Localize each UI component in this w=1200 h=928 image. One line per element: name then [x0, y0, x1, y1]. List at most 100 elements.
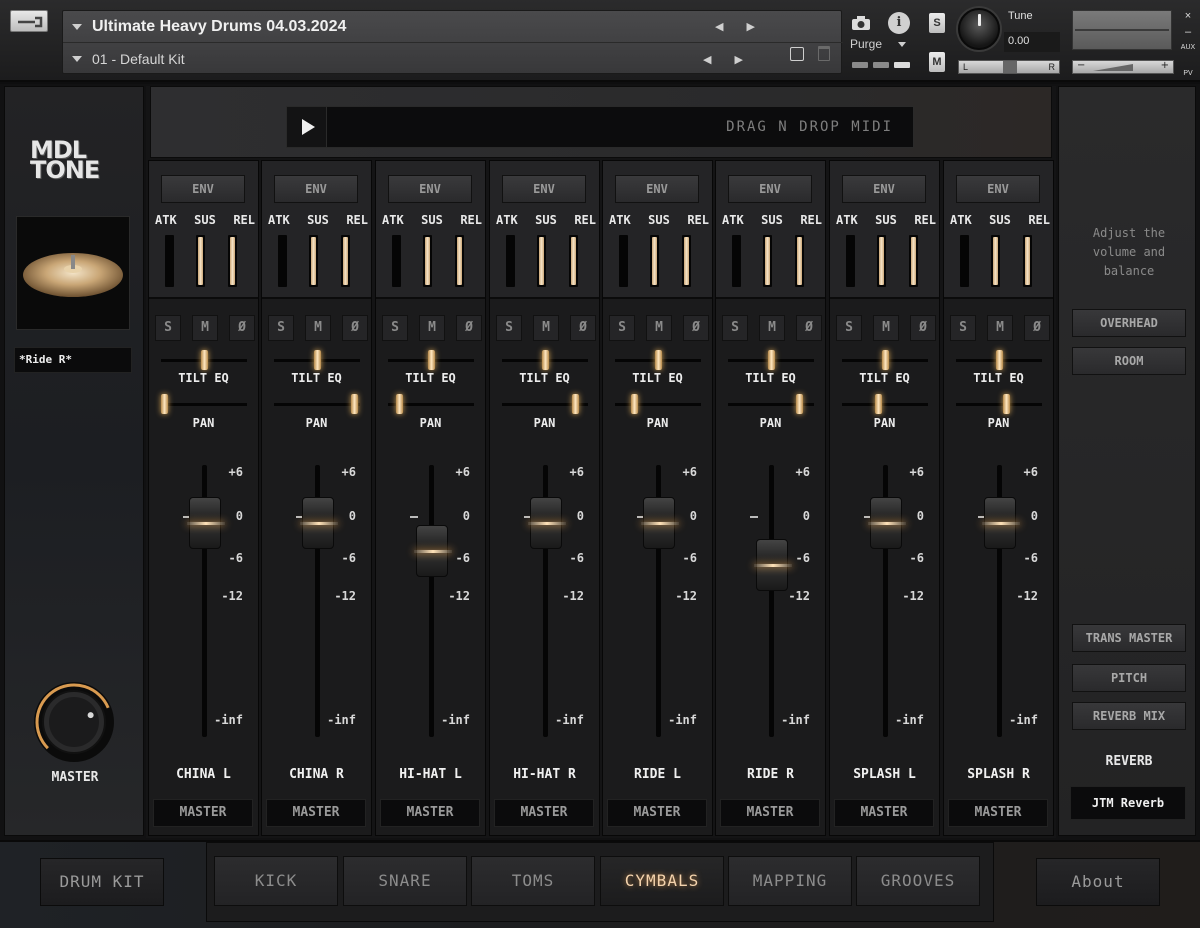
tune-value[interactable]: 0.00 [1004, 32, 1060, 52]
channel-output-select[interactable]: MASTER [607, 799, 707, 827]
phase-invert-button[interactable]: Ø [570, 315, 596, 341]
aux-button[interactable]: AUX [1178, 40, 1198, 56]
instrument-nav[interactable]: ◀ ▶ [715, 20, 755, 33]
pan-slider[interactable] [956, 394, 1042, 414]
volume-fader-track[interactable] [429, 465, 434, 737]
sustain-slider[interactable] [423, 235, 432, 287]
channel-output-select[interactable]: MASTER [720, 799, 820, 827]
pan-handle[interactable] [875, 394, 883, 414]
next-arrow-icon[interactable]: ▶ [747, 20, 755, 33]
tilt-eq-slider[interactable] [502, 350, 588, 370]
info-button[interactable]: i [888, 12, 910, 34]
tilt-eq-slider[interactable] [842, 350, 928, 370]
pan-slider[interactable] [842, 394, 928, 414]
tilt-eq-handle[interactable] [541, 350, 549, 370]
phase-invert-button[interactable]: Ø [683, 315, 709, 341]
purge-menu[interactable]: Purge [850, 37, 882, 51]
instrument-menu-arrow-icon[interactable] [72, 23, 82, 30]
sustain-slider[interactable] [763, 235, 772, 287]
env-button[interactable]: ENV [502, 175, 586, 203]
instrument-pan-slider[interactable]: L R [958, 60, 1060, 74]
pan-handle[interactable] [161, 394, 168, 414]
pan-slider[interactable] [728, 394, 814, 414]
phase-invert-button[interactable]: Ø [910, 315, 936, 341]
tilt-eq-slider[interactable] [161, 350, 247, 370]
channel-output-select[interactable]: MASTER [834, 799, 934, 827]
midi-drag-zone[interactable]: DRAG N DROP MIDI [286, 106, 914, 148]
solo-button[interactable]: S [382, 315, 408, 341]
env-button[interactable]: ENV [842, 175, 926, 203]
pan-handle[interactable] [395, 394, 403, 414]
solo-button[interactable]: S [496, 315, 522, 341]
volume-fader-cap[interactable] [187, 497, 225, 549]
attack-slider[interactable] [960, 235, 969, 287]
attack-slider[interactable] [506, 235, 515, 287]
pan-slider[interactable] [161, 394, 247, 414]
attack-slider[interactable] [165, 235, 174, 287]
phase-invert-button[interactable]: Ø [1024, 315, 1050, 341]
sustain-slider[interactable] [991, 235, 1000, 287]
phase-invert-button[interactable]: Ø [796, 315, 822, 341]
attack-slider[interactable] [619, 235, 628, 287]
sustain-slider[interactable] [309, 235, 318, 287]
delete-snapshot-icon[interactable] [818, 46, 830, 61]
drum-kit-button[interactable]: DRUM KIT [40, 858, 164, 906]
close-icon[interactable]: × [1178, 8, 1198, 24]
play-icon[interactable] [287, 107, 327, 147]
sustain-slider[interactable] [650, 235, 659, 287]
volume-fader-cap[interactable] [641, 497, 679, 549]
release-slider[interactable] [455, 235, 464, 287]
instrument-volume-slider[interactable]: − + [1072, 60, 1174, 74]
tab-mapping[interactable]: MAPPING [728, 856, 852, 906]
pan-slider[interactable] [388, 394, 474, 414]
volume-fader-cap[interactable] [414, 525, 452, 577]
volume-fader-cap[interactable] [754, 539, 792, 591]
tune-knob[interactable] [958, 8, 1000, 50]
tilt-eq-handle[interactable] [881, 350, 889, 370]
volume-fader-cap[interactable] [982, 497, 1020, 549]
overhead-button[interactable]: OVERHEAD [1072, 309, 1186, 337]
tilt-eq-slider[interactable] [956, 350, 1042, 370]
env-button[interactable]: ENV [615, 175, 699, 203]
solo-button[interactable]: S [929, 13, 945, 33]
release-slider[interactable] [795, 235, 804, 287]
tab-toms[interactable]: TOMS [471, 856, 595, 906]
tab-kick[interactable]: KICK [214, 856, 338, 906]
tilt-eq-handle[interactable] [654, 350, 662, 370]
purge-dropdown-icon[interactable] [898, 42, 906, 47]
tilt-eq-handle[interactable] [427, 350, 435, 370]
minimize-icon[interactable]: – [1178, 24, 1198, 40]
pan-handle[interactable] [795, 394, 803, 414]
snapshot-menu-arrow-icon[interactable] [72, 56, 82, 62]
phase-invert-button[interactable]: Ø [229, 315, 255, 341]
phase-invert-button[interactable]: Ø [342, 315, 368, 341]
volume-fader-cap[interactable] [300, 497, 338, 549]
release-slider[interactable] [682, 235, 691, 287]
pv-button[interactable]: PV [1178, 66, 1198, 82]
attack-slider[interactable] [846, 235, 855, 287]
prev-snapshot-icon[interactable]: ◀ [703, 53, 711, 66]
pan-handle[interactable] [1003, 394, 1011, 414]
phase-invert-button[interactable]: Ø [456, 315, 482, 341]
attack-slider[interactable] [278, 235, 287, 287]
pan-slider[interactable] [502, 394, 588, 414]
volume-fader-track[interactable] [769, 465, 774, 737]
reverb-preset-select[interactable]: JTM Reverb [1070, 786, 1186, 820]
pan-slider[interactable] [615, 394, 701, 414]
solo-button[interactable]: S [950, 315, 976, 341]
sustain-slider[interactable] [877, 235, 886, 287]
tab-cymbals[interactable]: CYMBALS [600, 856, 724, 906]
solo-button[interactable]: S [155, 315, 181, 341]
tab-grooves[interactable]: GROOVES [856, 856, 980, 906]
env-button[interactable]: ENV [161, 175, 245, 203]
pan-handle[interactable] [571, 394, 579, 414]
mute-button[interactable]: M [873, 315, 899, 341]
pan-handle[interactable] [351, 394, 359, 414]
pan-handle[interactable] [630, 394, 638, 414]
release-slider[interactable] [569, 235, 578, 287]
save-snapshot-icon[interactable] [790, 47, 804, 61]
env-button[interactable]: ENV [388, 175, 472, 203]
tab-snare[interactable]: SNARE [343, 856, 467, 906]
sustain-slider[interactable] [196, 235, 205, 287]
tilt-eq-slider[interactable] [274, 350, 360, 370]
